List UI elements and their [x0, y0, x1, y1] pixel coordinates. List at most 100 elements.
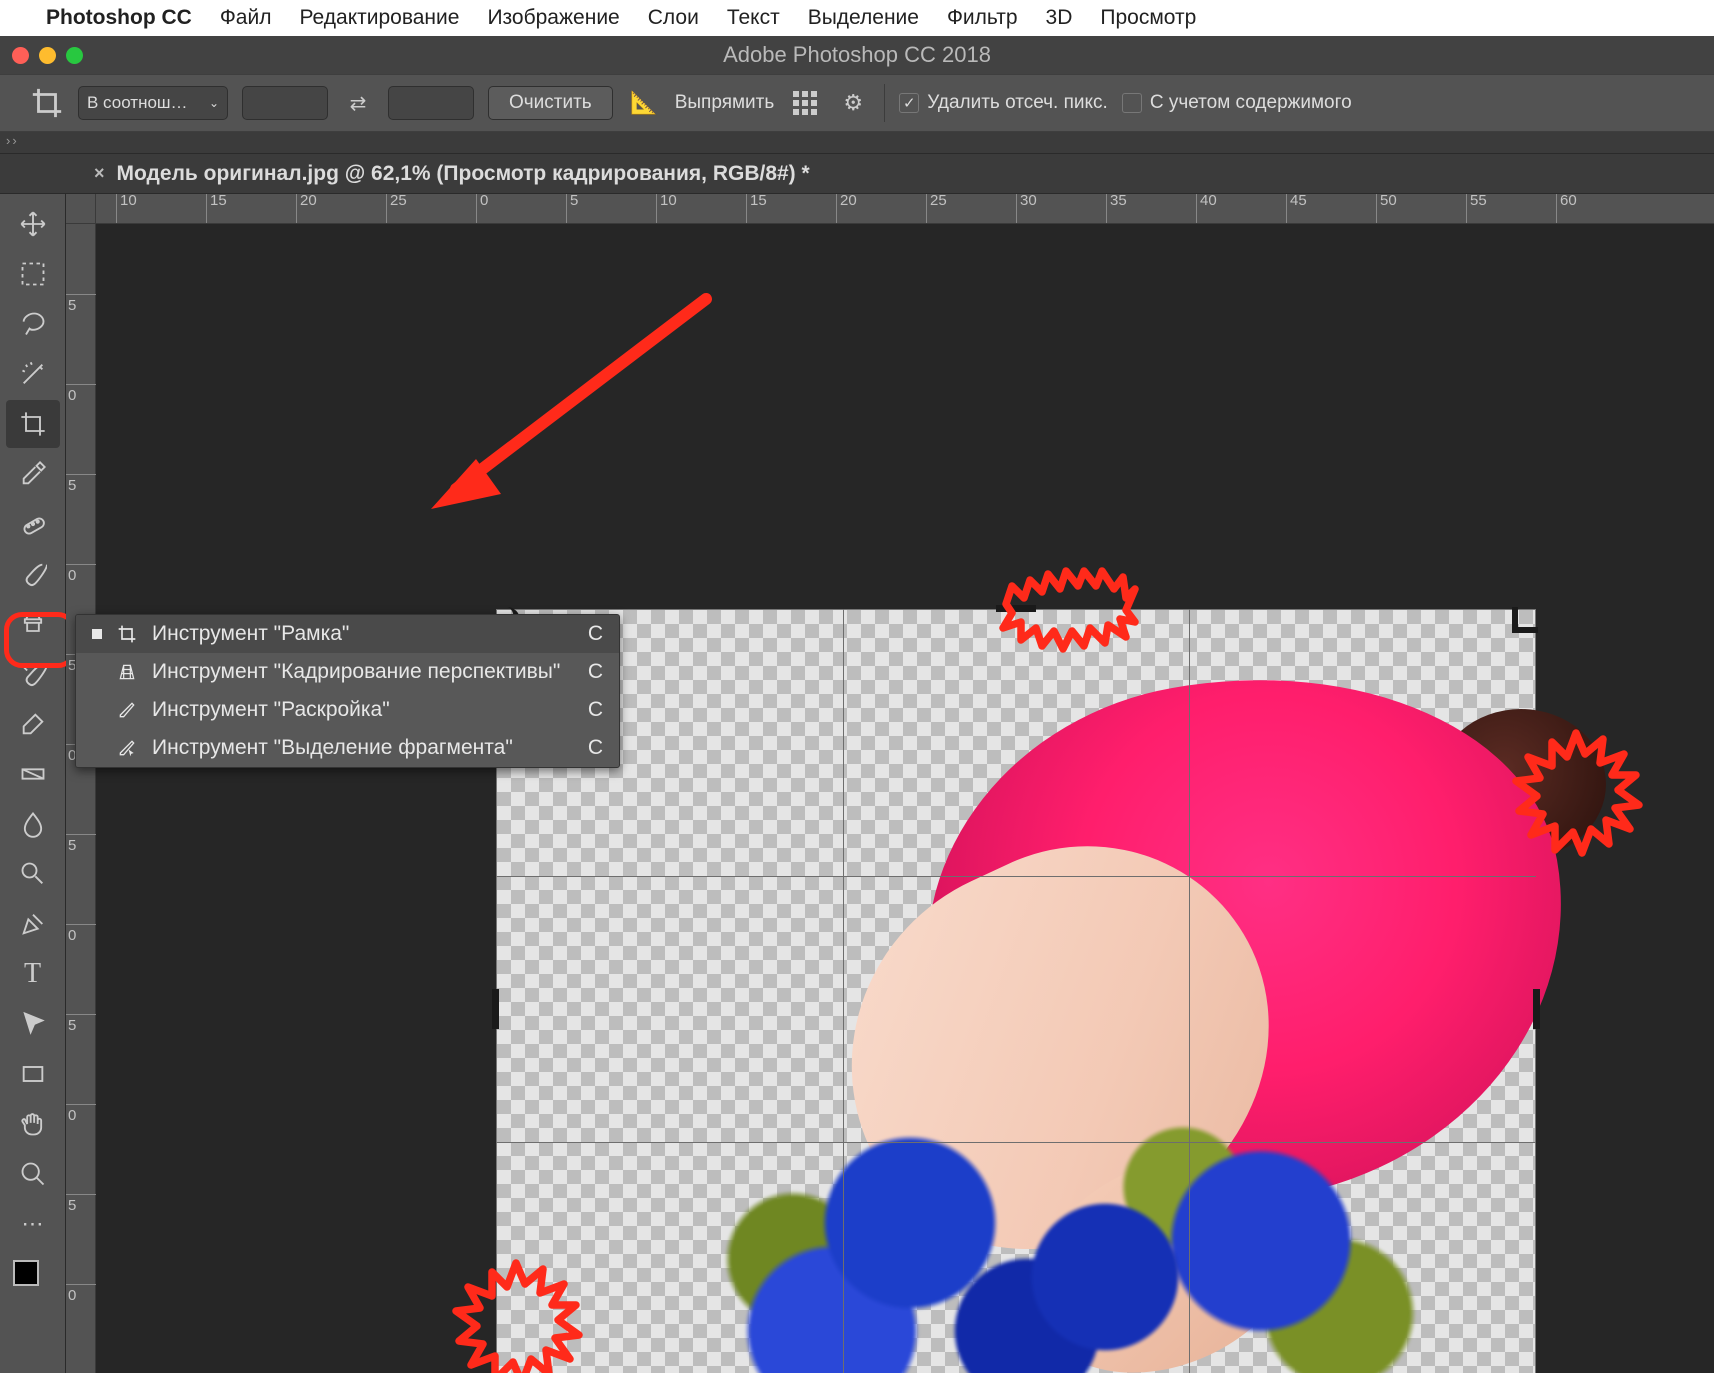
ruler-tick: 20: [836, 194, 857, 224]
crop-settings-button[interactable]: ⚙: [836, 86, 870, 120]
ruler-tick: 20: [296, 194, 317, 224]
eyedropper-tool[interactable]: [6, 450, 60, 498]
macos-menu-bar: Photoshop CC Файл Редактирование Изображ…: [0, 0, 1714, 36]
pen-tool[interactable]: [6, 900, 60, 948]
flyout-item-slice-select[interactable]: Инструмент "Выделение фрагмента" C: [76, 729, 619, 767]
content-aware-label: С учетом содержимого: [1150, 92, 1352, 114]
fullscreen-window-button[interactable]: [66, 47, 83, 64]
collapsed-panel-strip[interactable]: ››: [0, 132, 1714, 154]
work-area: 10 15 20 25 0 5 10 15 20 25 30 35 40 45 …: [66, 194, 1714, 1373]
flyout-item-shortcut: C: [588, 622, 603, 646]
flyout-item-crop[interactable]: Инструмент "Рамка" C: [76, 615, 619, 653]
ruler-tick: 5: [66, 1194, 96, 1214]
delete-cropped-pixels-checkbox[interactable]: ✓ Удалить отсеч. пикс.: [899, 92, 1108, 114]
ruler-tick: 10: [656, 194, 677, 224]
crop-icon: [116, 623, 138, 645]
menu-select[interactable]: Выделение: [808, 6, 919, 30]
perspective-crop-icon: [116, 661, 138, 683]
active-tool-icon[interactable]: [30, 86, 64, 120]
ruler-tick: 15: [746, 194, 767, 224]
menu-text[interactable]: Текст: [727, 6, 780, 30]
horizontal-ruler[interactable]: 10 15 20 25 0 5 10 15 20 25 30 35 40 45 …: [96, 194, 1714, 224]
separator: [884, 84, 885, 122]
crop-height-input[interactable]: [388, 86, 474, 120]
crop-width-input[interactable]: [242, 86, 328, 120]
ruler-tick: 0: [66, 1104, 96, 1124]
flyout-item-label: Инструмент "Выделение фрагмента": [152, 736, 574, 760]
dodge-tool[interactable]: [6, 850, 60, 898]
hand-tool[interactable]: [6, 1100, 60, 1148]
type-tool[interactable]: T: [6, 950, 60, 998]
path-selection-tool[interactable]: [6, 1000, 60, 1048]
close-tab-icon[interactable]: ×: [94, 163, 105, 184]
history-brush-tool[interactable]: [6, 650, 60, 698]
tools-panel: T ⋯: [0, 194, 66, 1373]
ruler-tick: 25: [926, 194, 947, 224]
content-aware-checkbox[interactable]: С учетом содержимого: [1122, 92, 1352, 114]
zoom-tool[interactable]: [6, 1150, 60, 1198]
move-tool[interactable]: [6, 200, 60, 248]
menu-3d[interactable]: 3D: [1046, 6, 1073, 30]
traffic-lights: [12, 47, 83, 64]
eraser-tool[interactable]: [6, 700, 60, 748]
flyout-item-label: Инструмент "Кадрирование перспективы": [152, 660, 574, 684]
ruler-tick: 0: [66, 384, 96, 404]
magic-wand-tool[interactable]: [6, 350, 60, 398]
ruler-tick: 40: [1196, 194, 1217, 224]
document-canvas[interactable]: [496, 439, 1706, 1373]
delete-cropped-pixels-label: Удалить отсеч. пикс.: [927, 92, 1108, 114]
image-content: [556, 649, 1536, 1373]
menu-layers[interactable]: Слои: [648, 6, 699, 30]
brush-tool[interactable]: [6, 550, 60, 598]
edit-toolbar-button[interactable]: ⋯: [6, 1200, 60, 1248]
ruler-tick: 5: [66, 294, 96, 314]
vertical-ruler[interactable]: 5 0 5 0 5 0 5 0 5 0 5 0: [66, 224, 96, 1373]
ruler-tick: 50: [1376, 194, 1397, 224]
menu-image[interactable]: Изображение: [487, 6, 619, 30]
ruler-tick: 25: [386, 194, 407, 224]
app-menu[interactable]: Photoshop CC: [46, 6, 192, 30]
document-tab[interactable]: × Модель оригинал.jpg @ 62,1% (Просмотр …: [78, 154, 826, 194]
flyout-item-shortcut: C: [588, 698, 603, 722]
flyout-item-perspective-crop[interactable]: Инструмент "Кадрирование перспективы" C: [76, 653, 619, 691]
menu-filter[interactable]: Фильтр: [947, 6, 1018, 30]
clear-crop-button[interactable]: Очистить: [488, 86, 613, 120]
window-titlebar: Adobe Photoshop CC 2018: [0, 36, 1714, 74]
marquee-tool[interactable]: [6, 250, 60, 298]
crop-ratio-preset-dropdown[interactable]: В соотнош… ⌄: [78, 86, 228, 120]
close-window-button[interactable]: [12, 47, 29, 64]
ruler-origin-corner[interactable]: [66, 194, 96, 224]
blur-tool[interactable]: [6, 800, 60, 848]
lasso-tool[interactable]: [6, 300, 60, 348]
ruler-tick: 5: [566, 194, 578, 224]
crop-tool[interactable]: [6, 400, 60, 448]
window-title: Adobe Photoshop CC 2018: [723, 42, 991, 68]
spot-healing-tool[interactable]: [6, 500, 60, 548]
menu-view[interactable]: Просмотр: [1100, 6, 1196, 30]
ruler-tick: 35: [1106, 194, 1127, 224]
color-swatches[interactable]: [13, 1260, 53, 1290]
crop-handle-right[interactable]: [1533, 989, 1540, 1029]
checkbox-checked-icon: ✓: [899, 93, 919, 113]
ruler-tick: 5: [66, 1014, 96, 1034]
rectangle-shape-tool[interactable]: [6, 1050, 60, 1098]
straighten-label[interactable]: Выпрямить: [675, 92, 775, 114]
minimize-window-button[interactable]: [39, 47, 56, 64]
flyout-item-slice[interactable]: Инструмент "Раскройка" C: [76, 691, 619, 729]
swap-dimensions-button[interactable]: ⇄: [342, 87, 374, 119]
crop-handle-top-right[interactable]: [1512, 607, 1538, 633]
crop-handle-top[interactable]: [996, 605, 1036, 612]
ruler-tick: 0: [66, 1284, 96, 1304]
clone-stamp-tool[interactable]: [6, 600, 60, 648]
menu-edit[interactable]: Редактирование: [299, 6, 459, 30]
menu-file[interactable]: Файл: [220, 6, 272, 30]
ruler-tick: 45: [1286, 194, 1307, 224]
canvas-area[interactable]: [96, 224, 1714, 1373]
crop-overlay-options-button[interactable]: [788, 86, 822, 120]
gradient-tool[interactable]: [6, 750, 60, 798]
ruler-tick: 30: [1016, 194, 1037, 224]
crop-handle-left[interactable]: [492, 989, 499, 1029]
tool-options-bar: В соотнош… ⌄ ⇄ Очистить 📐 Выпрямить ⚙ ✓ …: [0, 74, 1714, 132]
crop-ratio-preset-label: В соотнош…: [87, 93, 188, 113]
straighten-icon[interactable]: 📐: [627, 86, 661, 120]
